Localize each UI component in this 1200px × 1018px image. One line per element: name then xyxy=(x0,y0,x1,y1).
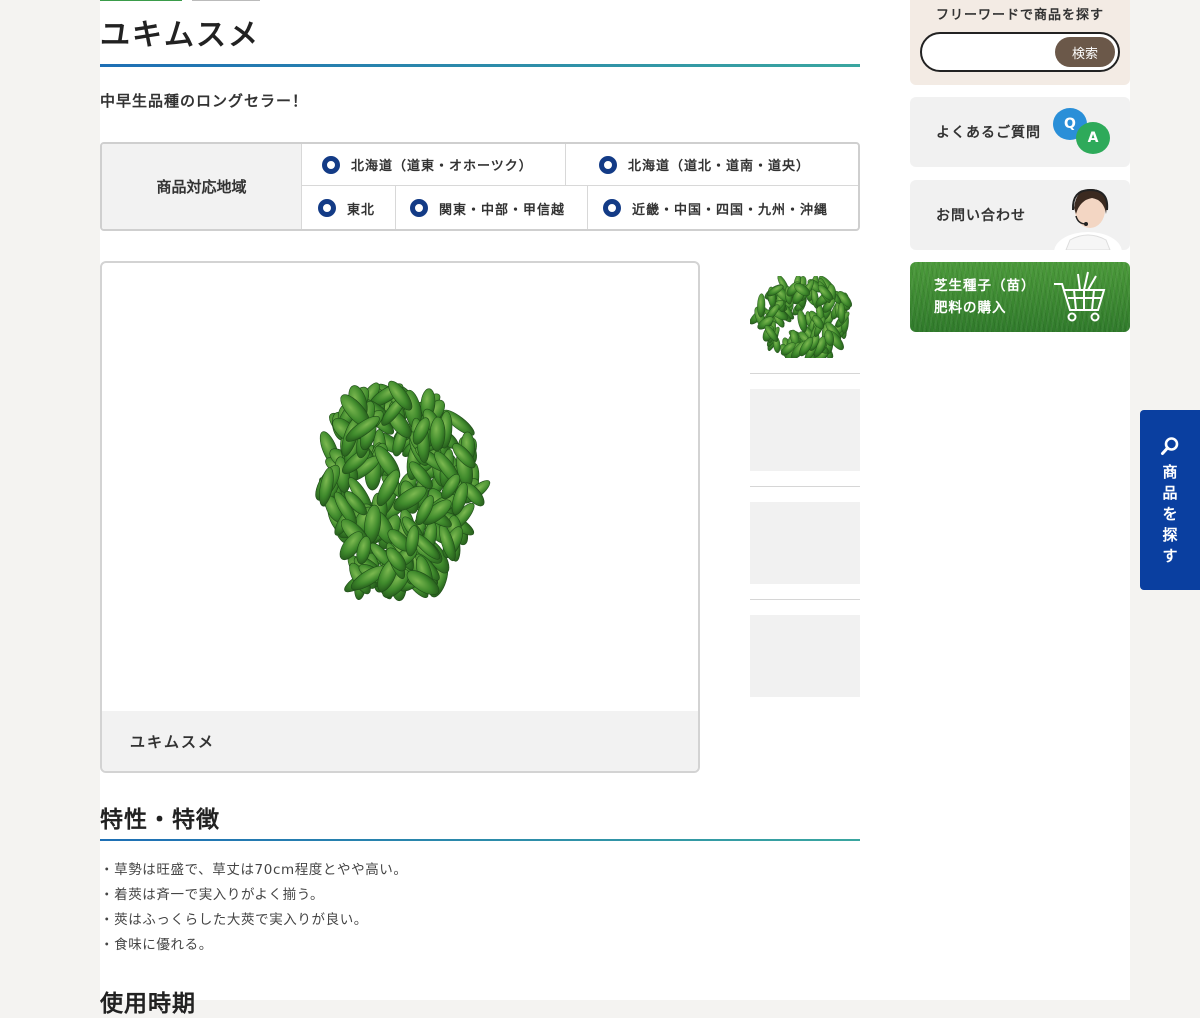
cart-icon xyxy=(1054,271,1106,322)
purchase-label: 芝生種子（苗） 肥料の購入 xyxy=(934,275,1036,319)
floating-tab-char: を xyxy=(1162,505,1178,523)
features-heading: 特性・特徴 xyxy=(100,807,220,833)
radio-icon xyxy=(410,199,428,217)
feature-item: ・食味に優れる。 xyxy=(100,937,213,953)
divider xyxy=(565,144,566,185)
contact-label: お問い合わせ xyxy=(936,208,1026,224)
divider xyxy=(750,373,860,374)
thumbnail-4[interactable] xyxy=(750,615,860,697)
region-item-label: 北海道（道東・オホーツク） xyxy=(351,159,533,174)
search-label: フリーワードで商品を探す xyxy=(935,8,1104,23)
faq-banner[interactable]: よくあるご質問 Q A xyxy=(910,97,1130,167)
thumbnail-3[interactable] xyxy=(750,502,860,584)
product-catchphrase: 中早生品種のロングセラー！ xyxy=(100,92,309,110)
divider xyxy=(395,185,396,229)
floating-tab-label: 商品を探す xyxy=(1140,462,1200,567)
divider xyxy=(750,486,860,487)
qa-icon: A xyxy=(1076,122,1110,154)
search-input[interactable] xyxy=(936,42,1050,64)
faq-label: よくあるご質問 xyxy=(936,125,1041,141)
purchase-label-line1: 芝生種子（苗） xyxy=(934,278,1036,294)
edamame-image xyxy=(315,380,491,602)
purchase-banner[interactable]: 芝生種子（苗） 肥料の購入 xyxy=(910,262,1130,332)
feature-item: ・着莢は斉一で実入りがよく揃う。 xyxy=(100,887,325,903)
radio-icon xyxy=(603,199,621,217)
region-item-label: 近畿・中国・四国・九州・沖縄 xyxy=(632,202,829,218)
main-image-caption: ユキムスメ xyxy=(102,711,698,771)
region-item-hokkaido-north[interactable]: 北海道（道北・道南・道央） xyxy=(599,144,810,185)
contact-banner[interactable]: お問い合わせ xyxy=(910,180,1130,250)
purchase-label-line2: 肥料の購入 xyxy=(934,300,1007,316)
region-item-tohoku[interactable]: 東北 xyxy=(318,185,376,229)
page-title: ユキムスメ xyxy=(100,18,260,53)
divider xyxy=(750,599,860,600)
region-item-label: 北海道（道北・道南・道央） xyxy=(628,159,811,174)
search-button[interactable]: 検索 xyxy=(1055,37,1115,67)
sidebar-search: フリーワードで商品を探す 検索 xyxy=(910,0,1130,85)
region-item-hokkaido-east[interactable]: 北海道（道東・オホーツク） xyxy=(322,144,533,185)
radio-icon xyxy=(322,155,340,174)
feature-item: ・草勢は旺盛で、草丈は70cm程度とやや高い。 xyxy=(100,862,408,878)
radio-icon xyxy=(599,155,617,174)
region-item-label: 関東・中部・甲信越 xyxy=(439,202,566,218)
operator-icon xyxy=(1054,188,1122,250)
floating-tab-char: 品 xyxy=(1162,484,1178,502)
search-icon xyxy=(1161,437,1179,455)
region-item-kanto[interactable]: 関東・中部・甲信越 xyxy=(410,185,566,229)
floating-tab-char: 商 xyxy=(1162,463,1178,481)
floating-tab-char: 探 xyxy=(1162,526,1178,544)
tab-stub-active[interactable] xyxy=(100,0,182,1)
usage-period-heading: 使用時期 xyxy=(100,991,196,1017)
feature-list: ・草勢は旺盛で、草丈は70cm程度とやや高い。 ・着莢は斉一で実入りがよく揃う。… xyxy=(100,858,408,958)
search-field: 検索 xyxy=(920,32,1120,72)
region-table: 商品対応地域 北海道（道東・オホーツク） 北海道（道北・道南・道央） 東北 関東… xyxy=(100,142,860,231)
radio-icon xyxy=(318,199,336,217)
title-rule xyxy=(100,64,860,67)
section-rule xyxy=(100,839,860,841)
main-image-card[interactable]: ユキムスメ xyxy=(100,261,700,773)
tab-stub[interactable] xyxy=(192,0,260,1)
edamame-thumbnail xyxy=(749,274,852,366)
floating-search-tab[interactable]: 商品を探す xyxy=(1140,410,1200,590)
region-item-kinki[interactable]: 近畿・中国・四国・九州・沖縄 xyxy=(603,185,829,229)
thumbnail-1[interactable] xyxy=(749,274,860,366)
region-item-label: 東北 xyxy=(347,202,376,218)
divider xyxy=(587,185,588,229)
floating-tab-char: す xyxy=(1162,547,1178,565)
region-heading: 商品対応地域 xyxy=(102,144,302,229)
feature-item: ・莢はふっくらした大莢で実入りが良い。 xyxy=(100,912,368,928)
thumbnail-2[interactable] xyxy=(750,389,860,471)
